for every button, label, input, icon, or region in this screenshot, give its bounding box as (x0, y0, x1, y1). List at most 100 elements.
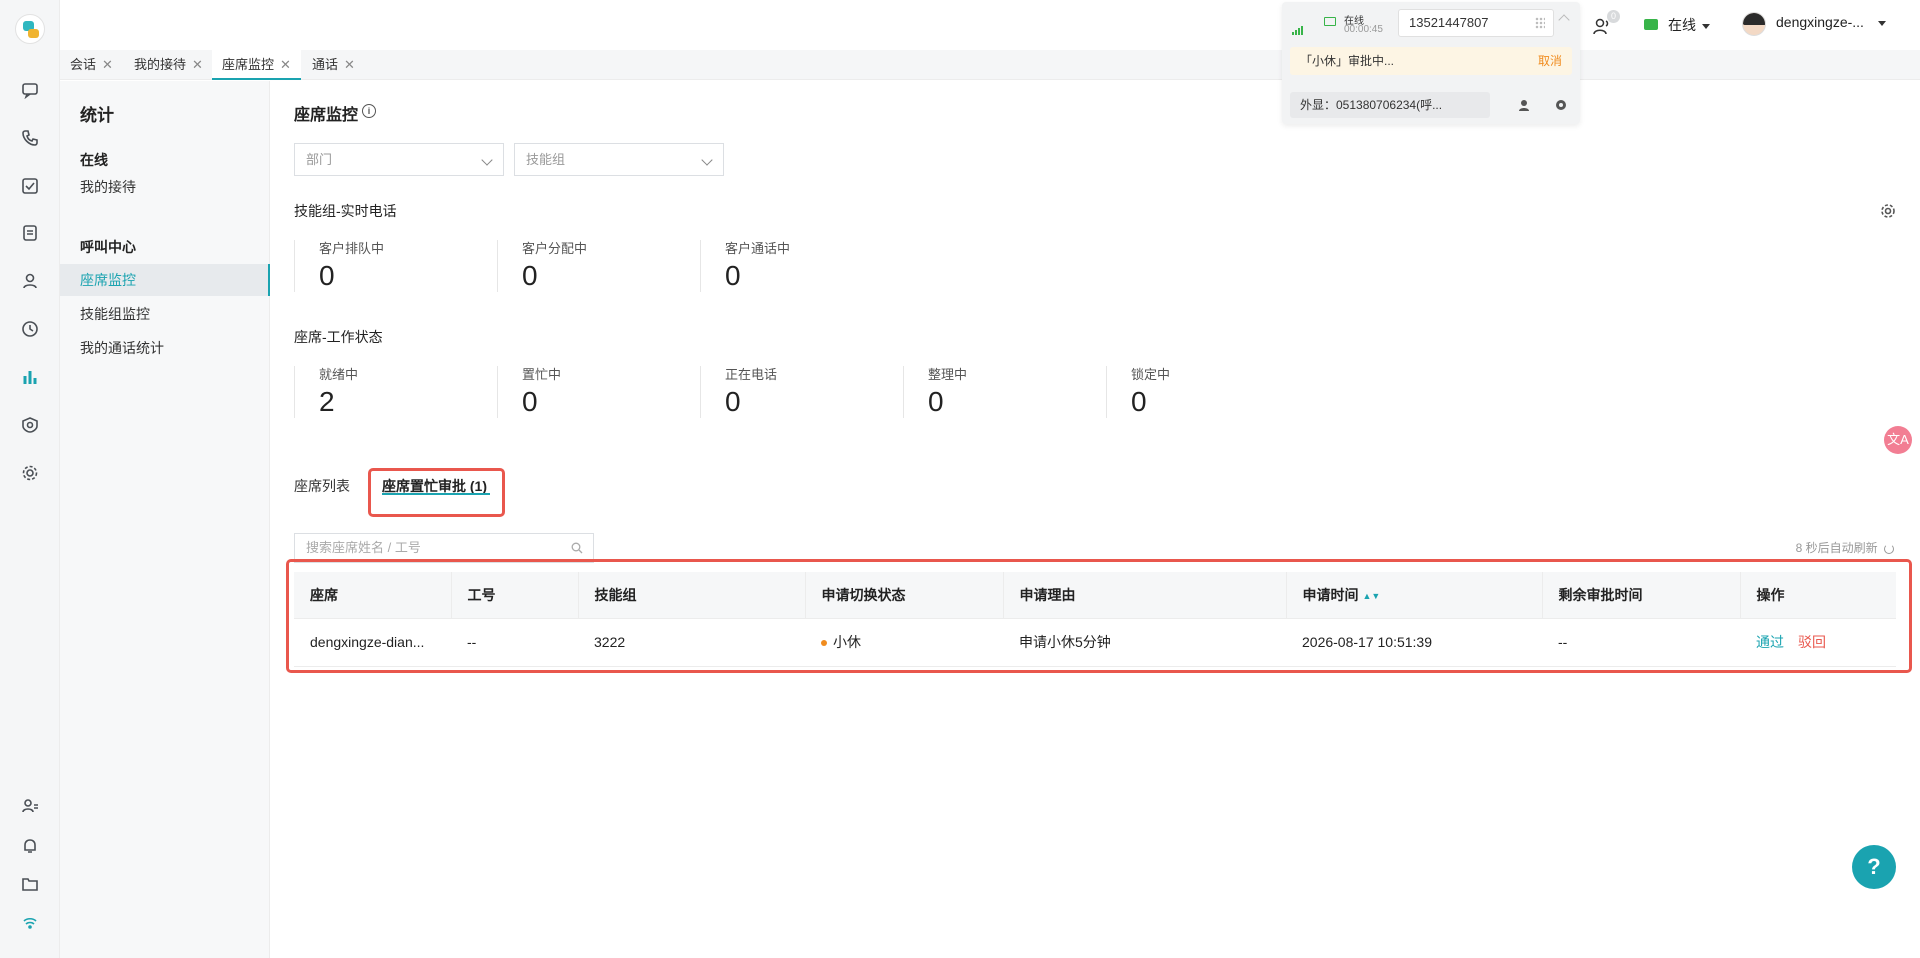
document-icon[interactable] (19, 222, 41, 244)
col-time-label: 申请时间 (1302, 586, 1359, 603)
stat-label: 客户通话中 (725, 241, 791, 256)
user-menu[interactable]: dengxingze-... (1776, 14, 1886, 30)
stat-label: 客户分配中 (522, 241, 588, 256)
approval-status-bar: 「小休」审批中... 取消 (1290, 47, 1572, 75)
shield-icon[interactable] (19, 414, 41, 436)
task-icon[interactable] (19, 175, 41, 197)
translate-icon[interactable]: 文A (1884, 426, 1912, 454)
caller-id-select[interactable]: 外显：051380706234(呼... (1290, 92, 1490, 118)
tab-label: 我的接待 (134, 57, 187, 72)
status-text: 小休 (833, 634, 861, 650)
main-content: 座席监控 i 部门 技能组 技能组-实时电话 客户排队中 0 客户分配中 0 客户通… (286, 81, 1912, 958)
col-remaining: 剩余审批时间 (1542, 572, 1741, 619)
monitor-icon (1324, 17, 1336, 26)
col-agent: 座席 (294, 572, 452, 619)
stat-value: 0 (319, 260, 335, 291)
stat-value: 0 (928, 386, 944, 417)
bell-icon[interactable] (19, 835, 41, 857)
cancel-approval-button[interactable]: 取消 (1538, 47, 1562, 75)
col-id: 工号 (451, 572, 579, 619)
folder-icon[interactable] (19, 873, 41, 895)
col-actions: 操作 (1740, 572, 1896, 619)
top-header (60, 0, 1920, 50)
sort-icon[interactable]: ▲▼ (1363, 591, 1381, 601)
page-title: 座席监控 (294, 107, 359, 124)
highlight-box-tab (368, 468, 505, 517)
close-icon[interactable]: ✕ (192, 57, 203, 72)
stat-label: 就绪中 (319, 367, 359, 382)
transfer-user-icon[interactable] (1518, 98, 1532, 112)
sidebar-item-skill-monitor[interactable]: 技能组监控 (60, 298, 270, 330)
tab-agent-list[interactable]: 座席列表 (294, 476, 350, 496)
close-icon[interactable]: ✕ (280, 57, 291, 72)
tab-label: 座席监控 (222, 57, 275, 72)
stat-card: 客户分配中 0 (497, 240, 697, 292)
chevron-down-icon (701, 154, 713, 166)
dialpad-icon[interactable] (1535, 17, 1545, 29)
stat-value: 0 (522, 260, 538, 291)
gear-icon[interactable] (1880, 203, 1896, 219)
chevron-up-icon[interactable] (1558, 14, 1570, 26)
history-icon[interactable] (19, 318, 41, 340)
icon-rail (0, 0, 60, 958)
chat-icon[interactable] (19, 79, 41, 101)
statistics-icon[interactable] (19, 366, 41, 388)
approval-table: 座席 工号 技能组 申请切换状态 申请理由 申请时间 ▲▼ 剩余审批时间 操作 d… (294, 572, 1896, 667)
wifi-icon (19, 911, 41, 933)
phone-icon[interactable] (19, 127, 41, 149)
auto-refresh-text: 8 秒后自动刷新 (1795, 541, 1878, 555)
stats-sidebar: 统计 在线 我的接待 呼叫中心 座席监控 技能组监控 我的通话统计 (60, 81, 270, 958)
cell-actions: 通过 驳回 (1740, 618, 1896, 667)
stat-card: 客户通话中 0 (700, 240, 900, 292)
stat-card: 置忙中 0 (497, 366, 697, 418)
refresh-icon[interactable] (1884, 543, 1894, 554)
online-users-badge: 0 (1607, 10, 1620, 23)
tab-label: 通话 (312, 57, 339, 72)
agent-status-dropdown[interactable]: 在线 (1644, 14, 1710, 36)
col-time[interactable]: 申请时间 ▲▼ (1286, 572, 1543, 619)
tab-my-reception[interactable]: 我的接待 ✕ (124, 50, 213, 80)
status-dot (821, 640, 827, 647)
cell-agent: dengxingze-dian... (294, 618, 451, 667)
search-placeholder: 搜索座席姓名 / 工号 (306, 540, 421, 555)
close-icon[interactable]: ✕ (102, 57, 113, 72)
user-settings-icon[interactable] (19, 795, 41, 817)
cell-time: 2026-08-17 10:51:39 (1286, 618, 1542, 667)
tab-agent-monitor[interactable]: 座席监控 ✕ (212, 50, 301, 80)
sidebar-item-my-call-stats[interactable]: 我的通话统计 (60, 332, 270, 364)
settings-icon[interactable] (1554, 98, 1568, 112)
reject-button[interactable]: 驳回 (1798, 634, 1826, 650)
phone-number-value: 13521447807 (1409, 15, 1489, 30)
stat-value: 0 (725, 386, 741, 417)
caret-down-icon (1702, 23, 1710, 29)
avatar[interactable] (1742, 12, 1766, 36)
app-logo[interactable] (15, 14, 45, 44)
sidebar-item-agent-monitor[interactable]: 座席监控 (60, 264, 270, 296)
call-timer: 00:00:45 (1344, 24, 1383, 35)
tab-session[interactable]: 会话 ✕ (60, 50, 123, 80)
stat-label: 锁定中 (1131, 367, 1171, 382)
cell-skill-group: 3222 (578, 618, 805, 667)
sidebar-item-my-reception[interactable]: 我的接待 (60, 171, 270, 203)
signal-icon (1292, 19, 1304, 35)
info-icon[interactable]: i (362, 104, 376, 118)
stat-label: 正在电话 (725, 367, 778, 382)
search-icon (571, 542, 583, 554)
contacts-icon[interactable] (19, 270, 41, 292)
call-panel: 在线 00:00:45 13521447807 「小休」审批中... 取消 外显：… (1282, 2, 1580, 124)
stat-value: 0 (1131, 386, 1147, 417)
cell-id: -- (451, 618, 578, 667)
stat-value: 0 (522, 386, 538, 417)
settings-icon[interactable] (19, 462, 41, 484)
col-skill-group: 技能组 (578, 572, 806, 619)
stat-label: 整理中 (928, 367, 968, 382)
skill-group-select[interactable]: 技能组 (514, 143, 724, 176)
approval-text: 「小休」审批中... (1300, 54, 1395, 68)
tab-call[interactable]: 通话 ✕ (302, 50, 365, 80)
phone-number-input[interactable]: 13521447807 (1398, 9, 1554, 37)
close-icon[interactable]: ✕ (344, 57, 355, 72)
help-button[interactable]: ? (1852, 845, 1896, 889)
approve-button[interactable]: 通过 (1756, 634, 1784, 650)
username-label: dengxingze-... (1776, 14, 1864, 30)
department-select[interactable]: 部门 (294, 143, 504, 176)
